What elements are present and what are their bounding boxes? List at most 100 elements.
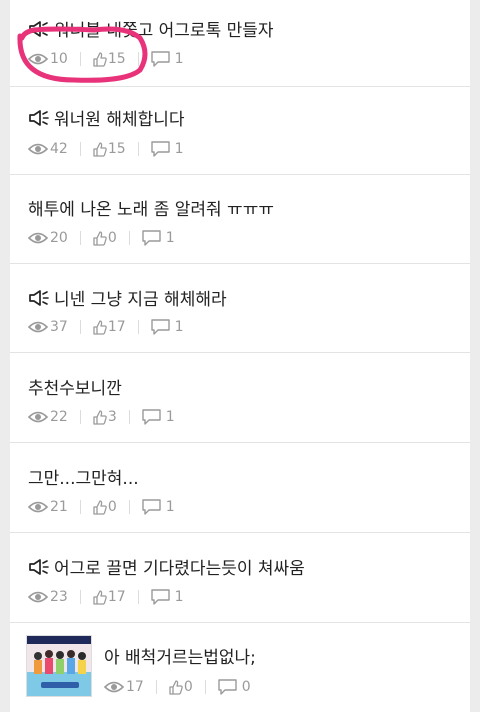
comment-count: 1 — [142, 408, 175, 426]
like-count-value: 17 — [107, 319, 126, 335]
divider — [137, 52, 139, 66]
like-count-value: 0 — [107, 230, 117, 246]
post-item[interactable]: 해투에 나온 노래 좀 알려줘 ㅠㅠㅠ 20 0 1 — [10, 175, 470, 264]
divider — [79, 52, 81, 66]
divider — [128, 500, 130, 514]
divider — [137, 590, 139, 604]
view-count-value: 22 — [50, 409, 68, 425]
divider — [79, 500, 81, 514]
like-count-value: 0 — [107, 499, 117, 515]
post-item[interactable]: 아 배척거르는법없나; 17 0 0 — [10, 623, 470, 712]
post-meta: 17 0 0 — [104, 678, 251, 696]
thumbnail-image — [27, 636, 91, 696]
divider — [79, 231, 81, 245]
view-count: 23 — [28, 588, 68, 606]
thumbs-up-icon — [169, 679, 183, 695]
eye-icon — [28, 321, 48, 333]
post-list: 워너블 내쫓고 어그로톡 만들자 10 15 1 워너원 해체합니다 42 15… — [10, 0, 470, 712]
post-item[interactable]: 어그로 끌면 기다렸다는듯이 쳐싸움 23 17 1 — [10, 533, 470, 623]
eye-icon — [28, 232, 48, 244]
post-meta: 10 15 1 — [28, 50, 184, 68]
post-title[interactable]: 니넨 그냥 지금 해체해라 — [54, 285, 227, 310]
view-count-value: 21 — [50, 499, 68, 515]
divider — [79, 410, 81, 424]
comment-count-value: 0 — [241, 679, 251, 695]
view-count: 10 — [28, 50, 68, 68]
divider — [137, 320, 139, 334]
post-item[interactable]: 워너블 내쫓고 어그로톡 만들자 10 15 1 — [10, 0, 470, 87]
post-item[interactable]: 워너원 해체합니다 42 15 1 — [10, 87, 470, 175]
view-count: 37 — [28, 318, 68, 336]
post-title[interactable]: 추천수보니깐 — [28, 374, 122, 399]
post-item[interactable]: 니넨 그냥 지금 해체해라 37 17 1 — [10, 264, 470, 353]
comment-icon — [150, 589, 170, 605]
megaphone-icon — [29, 289, 49, 306]
comment-count: 0 — [218, 678, 251, 696]
divider — [79, 320, 81, 334]
like-count: 15 — [93, 140, 126, 158]
thumbs-up-icon — [93, 51, 107, 67]
divider — [204, 680, 206, 694]
like-count: 3 — [93, 408, 117, 426]
post-meta: 21 0 1 — [28, 498, 175, 516]
post-meta: 37 17 1 — [28, 318, 184, 336]
post-title-row[interactable]: 해투에 나온 노래 좀 알려줘 ㅠㅠㅠ — [28, 195, 274, 220]
comment-count: 1 — [150, 140, 184, 158]
comment-count: 1 — [150, 318, 184, 336]
eye-icon — [28, 411, 48, 423]
comment-count-value: 1 — [174, 589, 184, 605]
post-title[interactable]: 워너블 내쫓고 어그로톡 만들자 — [54, 16, 274, 41]
post-title-row[interactable]: 워너블 내쫓고 어그로톡 만들자 — [28, 16, 274, 41]
post-item[interactable]: 추천수보니깐 22 3 1 — [10, 353, 470, 443]
view-count: 20 — [28, 229, 68, 247]
post-title-row[interactable]: 어그로 끌면 기다렸다는듯이 쳐싸움 — [28, 554, 305, 579]
like-count: 0 — [93, 229, 117, 247]
post-title[interactable]: 아 배척거르는법없나; — [104, 643, 256, 668]
thumbs-up-icon — [93, 589, 107, 605]
like-count-value: 15 — [107, 51, 126, 67]
post-title-row[interactable]: 추천수보니깐 — [28, 374, 122, 399]
post-meta: 42 15 1 — [28, 140, 184, 158]
comment-count-value: 1 — [174, 141, 184, 157]
comment-icon — [150, 319, 170, 335]
comment-icon — [150, 141, 170, 157]
view-count-value: 10 — [50, 51, 68, 67]
post-meta: 20 0 1 — [28, 229, 175, 247]
post-meta: 23 17 1 — [28, 588, 184, 606]
thumbs-up-icon — [93, 230, 107, 246]
post-title[interactable]: 워너원 해체합니다 — [54, 105, 185, 130]
like-count-value: 15 — [107, 141, 126, 157]
divider — [79, 142, 81, 156]
megaphone-icon — [29, 558, 49, 575]
megaphone-icon — [29, 20, 49, 37]
like-count: 0 — [169, 678, 193, 696]
post-title-row[interactable]: 워너원 해체합니다 — [28, 105, 185, 130]
comment-count: 1 — [150, 50, 184, 68]
post-title-row[interactable]: 그만...그만혀... — [28, 464, 139, 489]
post-thumbnail[interactable] — [26, 635, 92, 697]
post-item[interactable]: 그만...그만혀... 21 0 1 — [10, 443, 470, 533]
comment-icon — [150, 51, 170, 67]
post-title-row[interactable]: 아 배척거르는법없나; — [104, 643, 256, 668]
megaphone-icon — [29, 109, 49, 126]
view-count-value: 42 — [50, 141, 68, 157]
view-count: 21 — [28, 498, 68, 516]
comment-icon — [142, 409, 161, 425]
right-margin — [470, 0, 480, 712]
comment-count-value: 1 — [165, 230, 175, 246]
post-title[interactable]: 어그로 끌면 기다렸다는듯이 쳐싸움 — [54, 554, 305, 579]
comment-count-value: 1 — [165, 409, 175, 425]
view-count-value: 17 — [126, 679, 144, 695]
like-count-value: 0 — [183, 679, 193, 695]
view-count-value: 23 — [50, 589, 68, 605]
post-title[interactable]: 그만...그만혀... — [28, 464, 139, 489]
comment-icon — [142, 499, 161, 515]
post-title[interactable]: 해투에 나온 노래 좀 알려줘 ㅠㅠㅠ — [28, 195, 274, 220]
like-count: 0 — [93, 498, 117, 516]
post-title-row[interactable]: 니넨 그냥 지금 해체해라 — [28, 285, 227, 310]
comment-count: 1 — [142, 229, 175, 247]
eye-icon — [28, 53, 48, 65]
post-meta: 22 3 1 — [28, 408, 175, 426]
screen: 워너블 내쫓고 어그로톡 만들자 10 15 1 워너원 해체합니다 42 15… — [0, 0, 480, 712]
comment-count-value: 1 — [174, 319, 184, 335]
